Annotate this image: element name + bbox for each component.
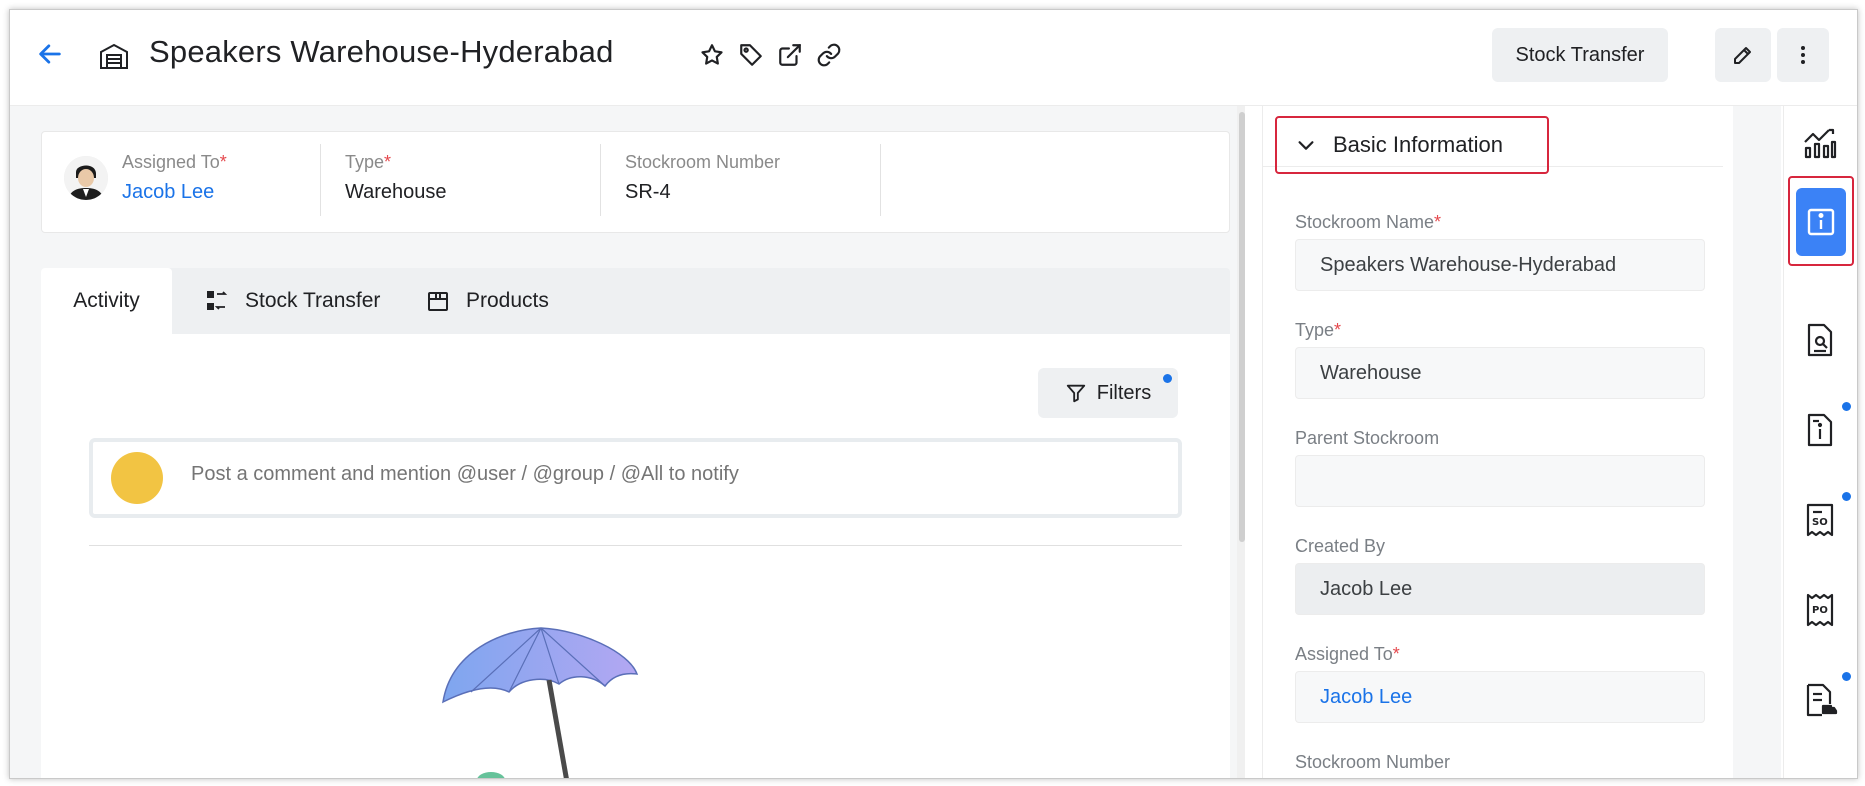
filter-icon xyxy=(1066,384,1085,403)
divider xyxy=(880,144,881,216)
field-created-by: Created By Jacob Lee xyxy=(1295,536,1705,615)
purchase-order-label: PO xyxy=(1812,605,1828,616)
side-icon-strip: SO PO xyxy=(1783,106,1857,778)
box-icon xyxy=(428,292,448,311)
filters-label: Filters xyxy=(1096,381,1152,404)
link-icon[interactable] xyxy=(816,42,842,68)
parent-stockroom-input[interactable] xyxy=(1295,455,1705,507)
assigned-to-link[interactable]: Jacob Lee xyxy=(122,181,227,204)
section-title: Basic Information xyxy=(1333,132,1503,157)
back-arrow-icon[interactable] xyxy=(36,40,64,68)
notification-dot xyxy=(1842,492,1851,501)
tab-bar: Activity Stock Transfer Products xyxy=(41,268,1230,334)
field-stockroom-name: Stockroom Name* Speakers Warehouse-Hyder… xyxy=(1295,212,1705,291)
edit-button[interactable] xyxy=(1715,28,1771,82)
required-mark: * xyxy=(1392,644,1400,664)
summary-type: Type* Warehouse xyxy=(345,152,447,204)
basic-information-header: Basic Information xyxy=(1263,106,1723,174)
required-mark: * xyxy=(384,152,392,172)
type-label: Type xyxy=(345,152,385,172)
divider xyxy=(89,545,1182,546)
filters-button[interactable]: Filters xyxy=(1038,368,1178,418)
field-parent-stockroom: Parent Stockroom xyxy=(1295,428,1705,507)
notification-dot xyxy=(1842,672,1851,681)
assigned-to-input[interactable]: Jacob Lee xyxy=(1295,671,1705,723)
app-window: Speakers Warehouse-Hyderabad Stock Trans… xyxy=(9,9,1858,779)
more-vertical-icon xyxy=(1801,46,1805,64)
sales-order-label: SO xyxy=(1812,517,1828,528)
field-assigned-to: Assigned To* Jacob Lee xyxy=(1295,644,1705,723)
star-icon[interactable] xyxy=(699,42,725,68)
tab-label: Stock Transfer xyxy=(245,289,381,312)
avatar xyxy=(111,452,163,504)
basic-information-toggle[interactable]: Basic Information xyxy=(1275,116,1549,174)
type-select[interactable]: Warehouse xyxy=(1295,347,1705,399)
sales-order-icon[interactable]: SO xyxy=(1802,502,1838,538)
divider xyxy=(320,144,321,216)
field-label: Parent Stockroom xyxy=(1295,428,1440,448)
stockroom-number-value: SR-4 xyxy=(625,181,671,203)
field-label: Stockroom Number xyxy=(1295,752,1451,772)
stockroom-number-label: Stockroom Number xyxy=(625,152,781,172)
info-button-active[interactable] xyxy=(1796,188,1846,256)
more-options-button[interactable] xyxy=(1777,28,1829,82)
tag-icon[interactable] xyxy=(738,42,764,68)
summary-assigned-to: Assigned To* Jacob Lee xyxy=(122,152,227,204)
summary-card: Assigned To* Jacob Lee Type* Warehouse S… xyxy=(41,131,1230,233)
invoice-delivery-icon[interactable] xyxy=(1802,682,1838,718)
stock-transfer-button[interactable]: Stock Transfer xyxy=(1492,28,1668,82)
required-mark: * xyxy=(1434,212,1442,232)
type-value: Warehouse xyxy=(345,181,447,203)
comment-box[interactable] xyxy=(89,438,1182,518)
document-search-icon[interactable] xyxy=(1802,322,1838,358)
required-mark: * xyxy=(1334,320,1342,340)
scrollbar-thumb[interactable] xyxy=(1239,112,1245,542)
main-content: Assigned To* Jacob Lee Type* Warehouse S… xyxy=(10,106,1245,778)
warehouse-icon xyxy=(100,43,128,69)
divider xyxy=(600,144,601,216)
tab-label: Products xyxy=(466,289,549,312)
tab-label: Activity xyxy=(73,289,140,312)
external-link-icon[interactable] xyxy=(777,42,803,68)
comment-input[interactable] xyxy=(189,462,1153,487)
chevron-down-icon xyxy=(1298,141,1314,150)
empty-state-umbrella-illustration xyxy=(442,627,639,778)
avatar xyxy=(64,156,108,200)
tab-stock-transfer[interactable]: Stock Transfer xyxy=(205,268,380,334)
field-label: Stockroom Name xyxy=(1295,212,1435,232)
notification-dot xyxy=(1842,402,1851,411)
assigned-to-label: Assigned To xyxy=(122,152,220,172)
info-icon xyxy=(1807,208,1835,236)
details-scroll-gutter xyxy=(1733,106,1781,778)
edit-pencil-icon xyxy=(1734,47,1751,64)
field-stockroom-number: Stockroom Number xyxy=(1295,752,1450,773)
created-by-value: Jacob Lee xyxy=(1295,563,1705,615)
field-label: Assigned To xyxy=(1295,644,1393,664)
document-info-icon[interactable] xyxy=(1802,412,1838,448)
activity-panel: Filters xyxy=(41,334,1230,778)
tab-products[interactable]: Products xyxy=(426,268,549,334)
summary-stockroom-number: Stockroom Number SR-4 xyxy=(625,152,780,204)
required-mark: * xyxy=(219,152,227,172)
stockroom-name-input[interactable]: Speakers Warehouse-Hyderabad xyxy=(1295,239,1705,291)
field-type: Type* Warehouse xyxy=(1295,320,1705,399)
record-header: Speakers Warehouse-Hyderabad Stock Trans… xyxy=(10,10,1857,106)
field-label: Type xyxy=(1295,320,1335,340)
field-label: Created By xyxy=(1295,536,1386,556)
page-title: Speakers Warehouse-Hyderabad xyxy=(149,34,614,69)
details-panel: Basic Information Stockroom Name* Speake… xyxy=(1262,106,1732,778)
filter-active-dot xyxy=(1163,374,1172,383)
tab-activity[interactable]: Activity xyxy=(41,268,172,334)
analytics-chart-icon[interactable] xyxy=(1802,124,1838,160)
purchase-order-icon[interactable]: PO xyxy=(1802,592,1838,628)
transfer-icon xyxy=(207,291,228,310)
